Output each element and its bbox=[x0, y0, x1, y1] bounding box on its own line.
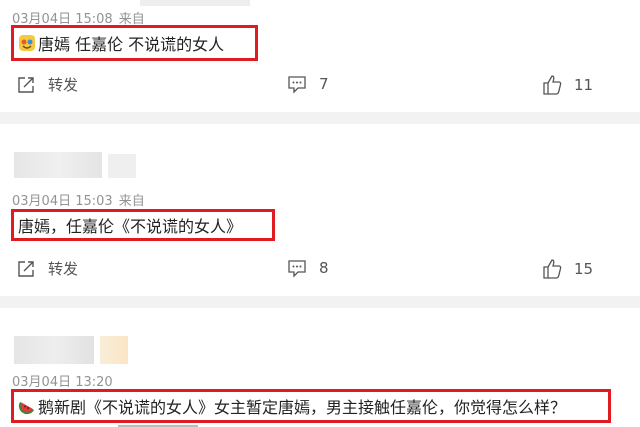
comment-count: 7 bbox=[319, 75, 329, 93]
highlighted-content: 唐嫣 任嘉伦 不说谎的女人 bbox=[11, 25, 258, 61]
watermelon-icon bbox=[18, 402, 34, 415]
repost-label: 转发 bbox=[48, 76, 79, 94]
like-icon bbox=[543, 259, 562, 279]
blurred-avatar bbox=[108, 154, 136, 178]
timestamp: 03月04日 13:20 bbox=[12, 375, 113, 390]
section-divider bbox=[0, 112, 640, 124]
source-label: 来自 bbox=[118, 194, 145, 209]
repost-label: 转发 bbox=[48, 260, 79, 278]
comment-icon bbox=[288, 76, 306, 94]
repost-button[interactable]: 转发 bbox=[16, 258, 78, 279]
comment-button[interactable]: 8 bbox=[287, 258, 329, 278]
highlighted-content: 唐嫣，任嘉伦《不说谎的女人》 bbox=[11, 209, 275, 241]
comment-text: 唐嫣 任嘉伦 不说谎的女人 bbox=[38, 35, 225, 54]
comment-text: 唐嫣，任嘉伦《不说谎的女人》 bbox=[18, 217, 243, 236]
repost-icon bbox=[18, 260, 34, 277]
comment-count: 8 bbox=[319, 259, 329, 277]
like-button[interactable]: 11 bbox=[542, 74, 593, 96]
repost-icon bbox=[18, 76, 34, 93]
emoji-badge-icon bbox=[19, 35, 35, 51]
comment-icon bbox=[288, 260, 306, 278]
repost-button[interactable]: 转发 bbox=[16, 74, 78, 95]
like-button[interactable]: 15 bbox=[542, 258, 593, 280]
timestamp: 03月04日 15:03 bbox=[12, 194, 113, 209]
blurred-username bbox=[14, 336, 94, 364]
blurred-username bbox=[14, 152, 102, 178]
post-meta: 03月04日 15:03 来自 bbox=[12, 190, 145, 209]
like-count: 11 bbox=[574, 76, 594, 94]
weibo-comment-3: 03月04日 13:20 鹅新剧《不说谎的女人》女主暂定唐嫣，男主接触任嘉伦，你… bbox=[0, 308, 640, 427]
weibo-comment-1: 03月04日 15:08 来自 唐嫣 任嘉伦 不说谎的女人 转发 7 11 bbox=[0, 0, 640, 112]
comment-button[interactable]: 7 bbox=[287, 74, 329, 94]
post-meta: 03月04日 13:20 bbox=[12, 371, 113, 390]
weibo-comment-2: 03月04日 15:03 来自 唐嫣，任嘉伦《不说谎的女人》 转发 8 15 bbox=[0, 124, 640, 296]
like-count: 15 bbox=[574, 260, 594, 278]
section-divider bbox=[0, 296, 640, 308]
blurred-header bbox=[140, 0, 250, 6]
comment-text: 鹅新剧《不说谎的女人》女主暂定唐嫣，男主接触任嘉伦，你觉得怎么样？ bbox=[38, 398, 567, 417]
like-icon bbox=[543, 75, 562, 95]
blurred-avatar bbox=[100, 336, 128, 364]
highlighted-content: 鹅新剧《不说谎的女人》女主暂定唐嫣，男主接触任嘉伦，你觉得怎么样？ bbox=[11, 389, 611, 423]
